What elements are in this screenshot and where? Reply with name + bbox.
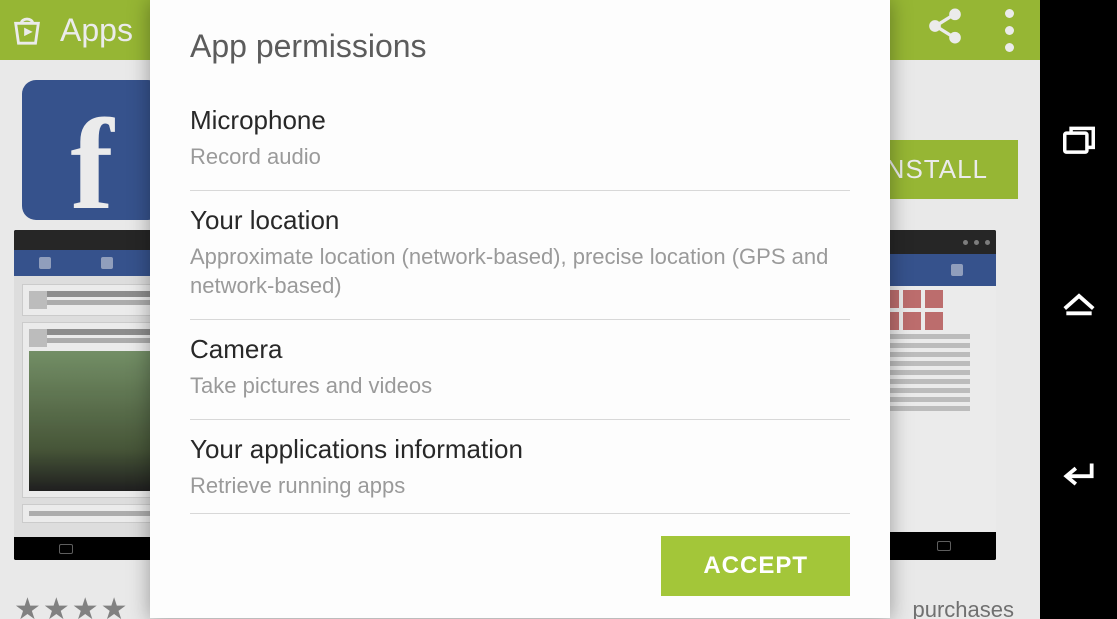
play-store-icon bbox=[10, 12, 44, 48]
permission-desc: Take pictures and videos bbox=[190, 371, 850, 401]
rating-stars: ★★★★ bbox=[14, 592, 130, 619]
back-icon[interactable] bbox=[1058, 454, 1100, 497]
home-icon[interactable] bbox=[1058, 288, 1100, 331]
permission-desc: Approximate location (network-based), pr… bbox=[190, 242, 850, 301]
permission-name: Your location bbox=[190, 205, 850, 236]
permission-item: Microphone Record audio bbox=[190, 91, 850, 191]
permission-name: Camera bbox=[190, 334, 850, 365]
permissions-list[interactable]: Microphone Record audio Your location Ap… bbox=[190, 91, 850, 513]
dialog-title: App permissions bbox=[190, 28, 850, 65]
permission-item: Your applications information Retrieve r… bbox=[190, 420, 850, 513]
purchases-label: purchases bbox=[912, 597, 1014, 619]
device-screen: Apps f INSTALL bbox=[0, 0, 1040, 619]
permission-item: Your location Approximate location (netw… bbox=[190, 191, 850, 320]
permissions-dialog: App permissions Microphone Record audio … bbox=[150, 0, 890, 618]
permission-item: Camera Take pictures and videos bbox=[190, 320, 850, 420]
share-icon[interactable] bbox=[925, 6, 965, 54]
app-logo-facebook: f bbox=[22, 80, 162, 220]
permission-desc: Record audio bbox=[190, 142, 850, 172]
recent-apps-icon[interactable] bbox=[1058, 122, 1100, 165]
permission-desc: Retrieve running apps bbox=[190, 471, 850, 501]
install-button-label: INSTALL bbox=[877, 154, 988, 184]
system-nav-bar bbox=[1040, 0, 1117, 619]
permission-name: Your applications information bbox=[190, 434, 850, 465]
accept-button[interactable]: ACCEPT bbox=[661, 536, 850, 596]
accept-button-label: ACCEPT bbox=[703, 552, 808, 579]
overflow-menu-icon[interactable] bbox=[1005, 9, 1014, 52]
action-bar-title: Apps bbox=[60, 12, 133, 49]
permission-name: Microphone bbox=[190, 105, 850, 136]
